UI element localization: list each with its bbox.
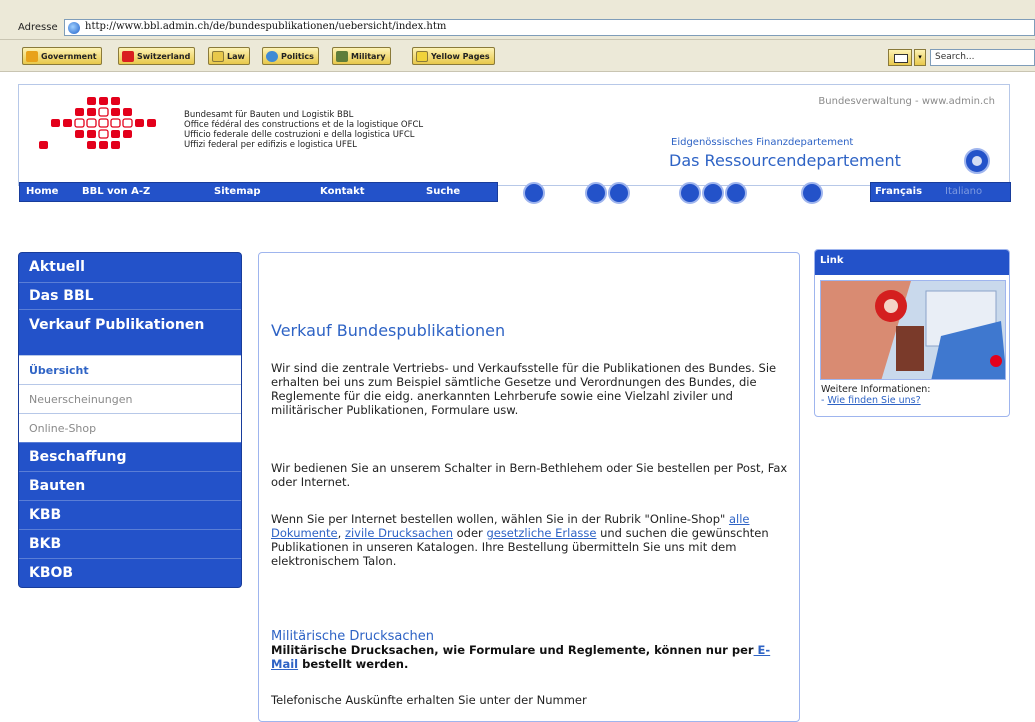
link-switzerland[interactable]: Switzerland xyxy=(118,47,196,65)
agency-name-fr: Office fédéral des constructions et de l… xyxy=(184,120,424,130)
link-law[interactable]: Law xyxy=(208,47,250,65)
nav-circle-icon-2b[interactable] xyxy=(608,182,630,204)
address-bar: Adresse http://www.bbl.admin.ch/de/bunde… xyxy=(0,0,1035,40)
folder-icon xyxy=(26,50,38,62)
link-box-text: Weitere Informationen: xyxy=(821,384,931,395)
nav-circle-icon-2a[interactable] xyxy=(585,182,607,204)
site-header: Bundesamt für Bauten und Logistik BBL Of… xyxy=(18,84,1011,204)
ie-page-icon xyxy=(68,22,80,34)
bbl-logo[interactable] xyxy=(39,95,169,157)
agency-names: Bundesamt für Bauten und Logistik BBL Of… xyxy=(184,110,423,150)
address-label: Adresse xyxy=(18,22,58,33)
department-name[interactable]: Eidgenössisches Finanzdepartement xyxy=(671,137,853,148)
link-how-to-find-us[interactable]: - Wie finden Sie uns? xyxy=(821,395,921,406)
nav-bbl-a-z[interactable]: BBL von A-Z xyxy=(82,186,150,197)
url-text: http://www.bbl.admin.ch/de/bundespublika… xyxy=(85,21,447,32)
nav-circle-icon-4[interactable] xyxy=(801,182,823,204)
link-label: Yellow Pages xyxy=(431,51,490,61)
military-heading: Militärische Drucksachen xyxy=(271,629,434,644)
lang-french[interactable]: Français xyxy=(875,186,922,197)
link-government[interactable]: Government xyxy=(22,47,102,65)
sidebar-item-verkauf-publikationen[interactable]: Verkauf Publikationen xyxy=(19,309,241,355)
sidebar-subitem-uebersicht[interactable]: Übersicht xyxy=(19,355,241,384)
language-switch: Français Italiano xyxy=(870,182,1011,202)
links-toolbar: Government Switzerland Law Politics Mili… xyxy=(0,40,1035,72)
phone-paragraph: Telefonische Auskünfte erhalten Sie unte… xyxy=(271,693,587,707)
sidebar-nav: Aktuell Das BBL Verkauf Publikationen Üb… xyxy=(18,252,242,588)
intro-paragraph: Wir sind die zentrale Vertriebs- und Ver… xyxy=(271,361,777,417)
sidebar-item-kbob[interactable]: KBOB xyxy=(19,558,241,587)
agency-name-it: Ufficio federale delle costruzioni e del… xyxy=(184,130,415,140)
search-placeholder: Search... xyxy=(935,52,975,62)
nav-kontakt[interactable]: Kontakt xyxy=(320,186,365,197)
mail-dropdown-button[interactable]: ▾ xyxy=(914,49,926,66)
sidebar-item-bkb[interactable]: BKB xyxy=(19,529,241,558)
mail-button[interactable] xyxy=(888,49,912,66)
department-circle-icon[interactable] xyxy=(964,148,990,174)
link-box: Link Weitere Informationen: - Wie finden… xyxy=(814,249,1010,417)
nav-suche[interactable]: Suche xyxy=(426,186,460,197)
lang-italian[interactable]: Italiano xyxy=(945,186,982,197)
nav-home[interactable]: Home xyxy=(26,186,58,197)
nav-circle-icon-3a[interactable] xyxy=(679,182,701,204)
text-fragment: , xyxy=(337,526,345,540)
tank-icon xyxy=(336,50,348,62)
link-military[interactable]: Military xyxy=(332,47,391,65)
toolbar-search-input[interactable]: Search... xyxy=(930,49,1035,66)
sidebar-item-beschaffung[interactable]: Beschaffung xyxy=(19,442,241,471)
main-content: Verkauf Bundespublikationen Wir sind die… xyxy=(258,252,800,722)
link-label: Politics xyxy=(281,51,314,61)
link-label: Military xyxy=(351,51,386,61)
nav-circle-icon-1[interactable] xyxy=(523,182,545,204)
link-box-title: Link xyxy=(815,250,1009,275)
sidebar-subitem-online-shop[interactable]: Online-Shop xyxy=(19,413,241,442)
text-fragment: Militärische Drucksachen, wie Formulare … xyxy=(271,643,754,657)
link-zivile-drucksachen[interactable]: zivile Drucksachen xyxy=(345,526,453,540)
nav-sitemap[interactable]: Sitemap xyxy=(214,186,261,197)
location-map-image[interactable] xyxy=(820,280,1006,380)
swiss-flag-icon xyxy=(122,50,134,62)
link-label: Law xyxy=(227,51,245,61)
sidebar-item-bauten[interactable]: Bauten xyxy=(19,471,241,500)
agency-name-de: Bundesamt für Bauten und Logistik BBL xyxy=(184,110,354,120)
page-title: Verkauf Bundespublikationen xyxy=(271,321,506,340)
globe-icon xyxy=(266,50,278,62)
book-icon xyxy=(416,50,428,62)
text-fragment: bestellt werden. xyxy=(298,657,409,671)
link-yellow-pages[interactable]: Yellow Pages xyxy=(412,47,495,65)
link-label: Switzerland xyxy=(137,51,191,61)
sidebar-item-das-bbl[interactable]: Das BBL xyxy=(19,282,241,309)
department-slogan: Das Ressourcendepartement xyxy=(669,151,901,170)
link-label: Government xyxy=(41,51,97,61)
counter-paragraph: Wir bedienen Sie an unserem Schalter in … xyxy=(271,461,788,489)
text-fragment: oder xyxy=(452,526,487,540)
sidebar-item-kbb[interactable]: KBB xyxy=(19,500,241,529)
link-gesetzliche-erlasse[interactable]: gesetzliche Erlasse xyxy=(486,526,596,540)
link-label: Wie finden Sie uns? xyxy=(827,395,921,406)
nav-circle-icon-3b[interactable] xyxy=(702,182,724,204)
online-order-paragraph: Wenn Sie per Internet bestellen wollen, … xyxy=(271,512,796,568)
map-illustration xyxy=(821,281,1005,379)
text-fragment: Wenn Sie per Internet bestellen wollen, … xyxy=(271,512,729,526)
nav-circle-icon-3c[interactable] xyxy=(725,182,747,204)
main-nav: Home BBL von A-Z Sitemap Kontakt Suche xyxy=(19,182,498,202)
scales-icon xyxy=(212,50,224,62)
link-politics[interactable]: Politics xyxy=(262,47,319,65)
sidebar-item-aktuell[interactable]: Aktuell xyxy=(19,253,241,282)
agency-name-rm: Uffizi federal per edifizis e logistica … xyxy=(184,140,357,150)
bundesverwaltung-link[interactable]: Bundesverwaltung - www.admin.ch xyxy=(818,96,995,107)
url-input[interactable]: http://www.bbl.admin.ch/de/bundespublika… xyxy=(64,19,1035,36)
military-paragraph: Militärische Drucksachen, wie Formulare … xyxy=(271,643,796,671)
sidebar-subitem-neuerscheinungen[interactable]: Neuerscheinungen xyxy=(19,384,241,413)
